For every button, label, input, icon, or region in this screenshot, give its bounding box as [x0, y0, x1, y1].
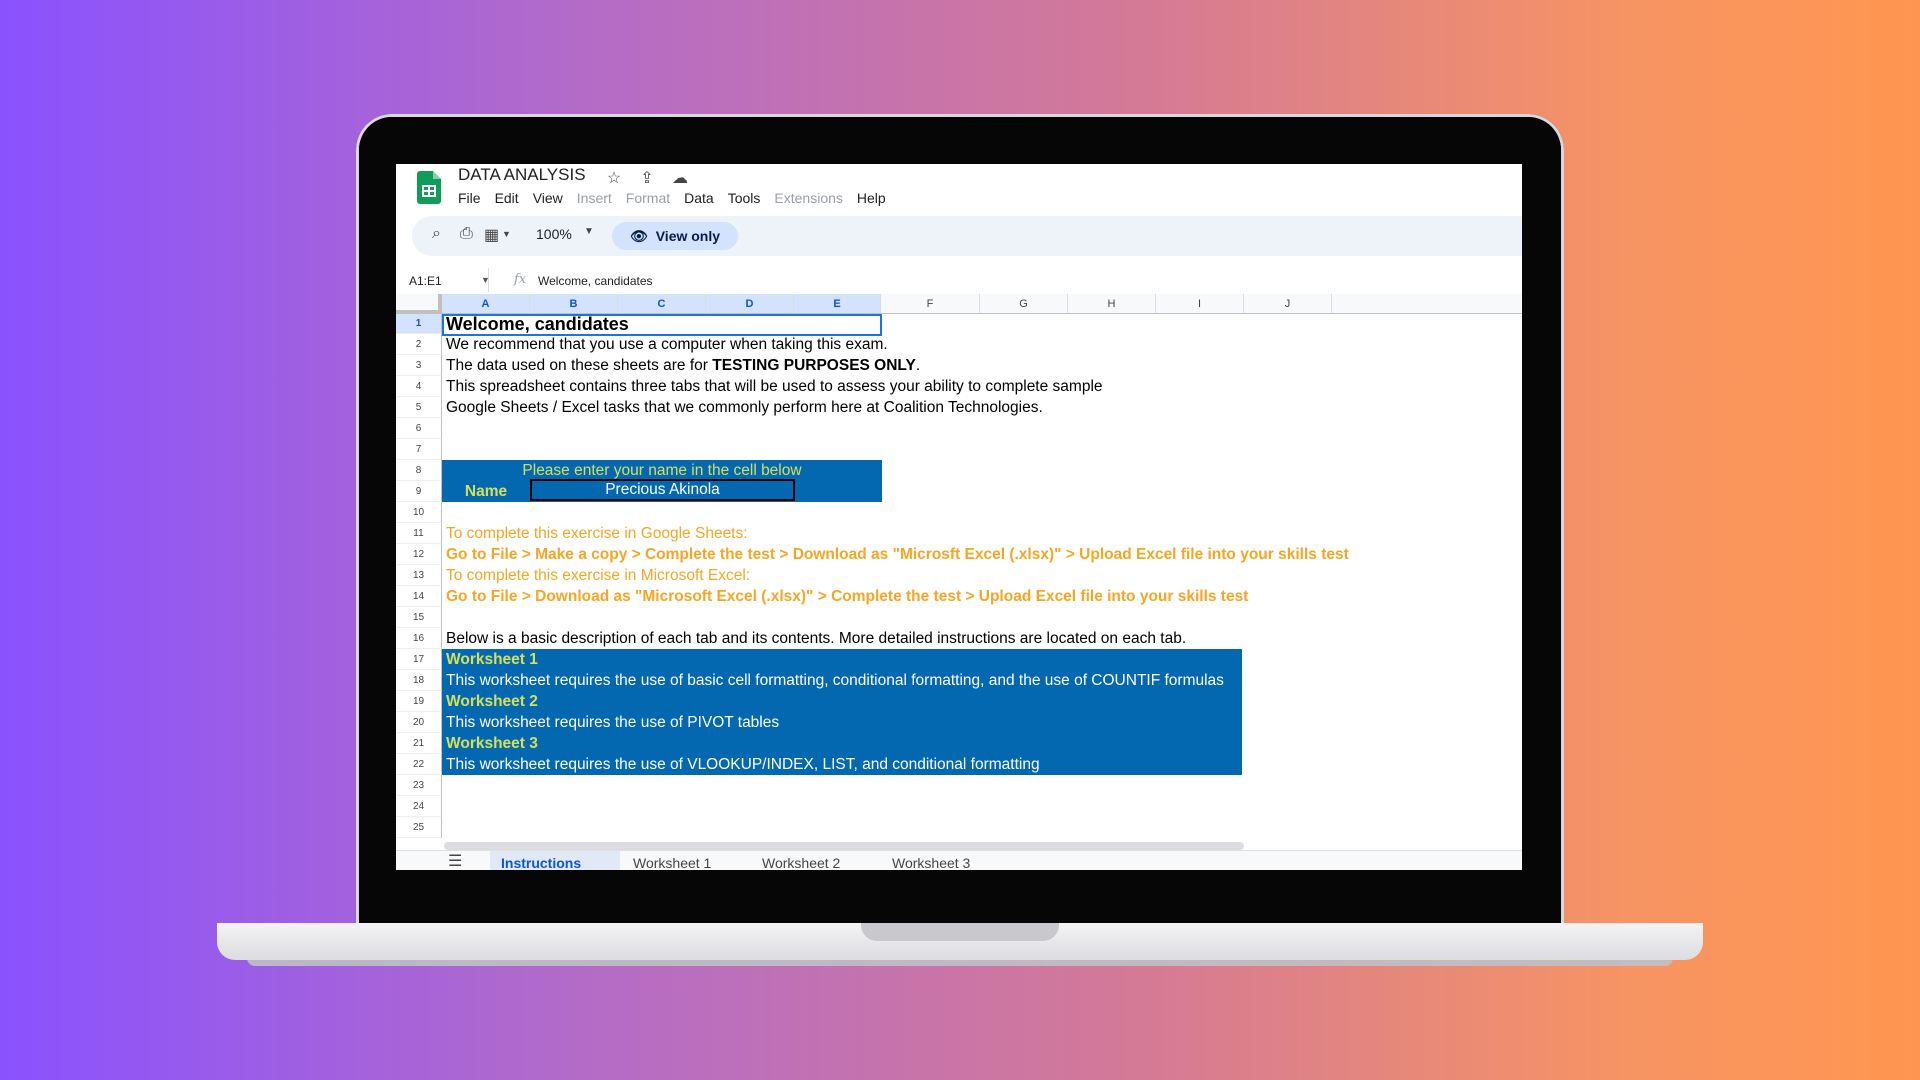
print-icon[interactable]: ⎙	[460, 225, 473, 243]
menu-data[interactable]: Data	[684, 190, 714, 206]
menu-extensions[interactable]: Extensions	[774, 190, 842, 206]
cell-a20[interactable]: This worksheet requires the use of PIVOT…	[446, 712, 779, 733]
paint-format-icon[interactable]: ▦	[484, 225, 499, 245]
cell-a14[interactable]: Go to File > Download as "Microsoft Exce…	[446, 586, 1248, 607]
tab-instructions[interactable]: Instructions	[501, 855, 581, 870]
cell-a3-text: The data used on these sheets are for	[446, 357, 713, 374]
cell-a3-suffix: .	[915, 357, 921, 374]
menu-format[interactable]: Format	[626, 190, 670, 206]
row-header-16[interactable]: 16	[396, 628, 442, 649]
cell-a11[interactable]: To complete this exercise in Google Shee…	[446, 523, 748, 544]
column-header-b[interactable]: B	[530, 294, 618, 314]
cell-a1[interactable]: Welcome, candidates	[446, 314, 629, 335]
column-header-e[interactable]: E	[794, 294, 881, 314]
sheet-tab-bar: ☰ Instructions Worksheet 1 Worksheet 2 W…	[396, 850, 1522, 870]
row-header-3[interactable]: 3	[396, 355, 442, 376]
row-header-6[interactable]: 6	[396, 418, 442, 439]
cell-a2[interactable]: We recommend that you use a computer whe…	[446, 334, 888, 355]
cell-a22[interactable]: This worksheet requires the use of VLOOK…	[446, 754, 1040, 775]
move-to-drive-icon[interactable]: ⇪	[637, 168, 657, 188]
row-header-8[interactable]: 8	[396, 460, 442, 481]
row-header-20[interactable]: 20	[396, 712, 442, 733]
row-header-22[interactable]: 22	[396, 754, 442, 775]
toolbar: ⌕ ⎙ ▦ ▼ 100% ▼ 👁 View only	[412, 216, 1522, 256]
cell-a4[interactable]: This spreadsheet contains three tabs tha…	[446, 376, 1103, 397]
cell-a8-prompt[interactable]: Please enter your name in the cell below	[442, 460, 882, 481]
column-header-c[interactable]: C	[618, 294, 706, 314]
cell-a13[interactable]: To complete this exercise in Microsoft E…	[446, 565, 750, 586]
column-header-a[interactable]: A	[442, 294, 530, 314]
cell-a19[interactable]: Worksheet 2	[446, 691, 538, 712]
row-header-13[interactable]: 13	[396, 565, 442, 586]
cell-a16[interactable]: Below is a basic description of each tab…	[446, 628, 1186, 649]
row-header-9[interactable]: 9	[396, 481, 442, 502]
column-header-g[interactable]: G	[980, 294, 1068, 314]
zoom-chevron-down-icon[interactable]: ▼	[584, 226, 594, 237]
spreadsheet-window: DATA ANALYSIS ☆ ⇪ ☁ File Edit View Inser…	[396, 164, 1522, 870]
column-header-empty	[1332, 294, 1522, 314]
menu-view[interactable]: View	[533, 190, 563, 206]
tab-worksheet-2[interactable]: Worksheet 2	[762, 855, 840, 870]
tab-worksheet-3[interactable]: Worksheet 3	[892, 855, 970, 870]
row-header-15[interactable]: 15	[396, 607, 442, 628]
view-only-label: View only	[655, 228, 721, 244]
row-header-10[interactable]: 10	[396, 502, 442, 523]
cell-a21[interactable]: Worksheet 3	[446, 733, 538, 754]
row-header-14[interactable]: 14	[396, 586, 442, 607]
eye-icon: 👁	[629, 227, 648, 244]
name-box[interactable]: A1:E1	[409, 274, 442, 288]
menu-file[interactable]: File	[458, 190, 481, 206]
cell-a17[interactable]: Worksheet 1	[446, 649, 538, 670]
column-header-j[interactable]: J	[1244, 294, 1332, 314]
row-header-2[interactable]: 2	[396, 334, 442, 355]
cell-a9-label[interactable]: Name	[442, 481, 530, 502]
row-header-5[interactable]: 5	[396, 397, 442, 418]
row-header-19[interactable]: 19	[396, 691, 442, 712]
cell-a5[interactable]: Google Sheets / Excel tasks that we comm…	[446, 397, 1043, 418]
chevron-down-icon[interactable]: ▼	[502, 229, 511, 239]
spreadsheet-grid[interactable]: A B C D E F G H I J 1 2 3 4 5 6 7 8 9 10…	[396, 294, 1522, 849]
view-only-button[interactable]: 👁 View only	[612, 222, 738, 250]
row-header-23[interactable]: 23	[396, 775, 442, 796]
laptop-notch	[861, 923, 1059, 941]
menu-help[interactable]: Help	[857, 190, 886, 206]
formula-input[interactable]: Welcome, candidates	[538, 274, 653, 288]
row-header-4[interactable]: 4	[396, 376, 442, 397]
tab-worksheet-1[interactable]: Worksheet 1	[633, 855, 711, 870]
column-header-f[interactable]: F	[881, 294, 980, 314]
fx-icon: fx	[514, 272, 527, 287]
menu-bar: File Edit View Insert Format Data Tools …	[458, 190, 900, 206]
column-header-d[interactable]: D	[706, 294, 794, 314]
zoom-select[interactable]: 100%	[536, 226, 572, 242]
menu-edit[interactable]: Edit	[495, 190, 519, 206]
row-header-1[interactable]: 1	[396, 314, 442, 334]
row-header-17[interactable]: 17	[396, 649, 442, 670]
column-header-i[interactable]: I	[1156, 294, 1244, 314]
menu-tools[interactable]: Tools	[728, 190, 761, 206]
row-header-24[interactable]: 24	[396, 796, 442, 817]
column-header-h[interactable]: H	[1068, 294, 1156, 314]
cell-a3[interactable]: The data used on these sheets are for TE…	[446, 355, 920, 376]
cell-a3-bold: TESTING PURPOSES ONLY	[712, 357, 916, 374]
all-sheets-menu-icon[interactable]: ☰	[448, 851, 462, 870]
cell-a18[interactable]: This worksheet requires the use of basic…	[446, 670, 1224, 691]
google-sheets-logo-icon[interactable]	[417, 171, 441, 204]
row-header-18[interactable]: 18	[396, 670, 442, 691]
cell-a12[interactable]: Go to File > Make a copy > Complete the …	[446, 544, 1349, 565]
name-input-cell[interactable]: Precious Akinola	[530, 479, 795, 501]
menu-insert[interactable]: Insert	[577, 190, 612, 206]
row-header-12[interactable]: 12	[396, 544, 442, 565]
row-header-7[interactable]: 7	[396, 439, 442, 460]
document-title[interactable]: DATA ANALYSIS	[458, 165, 586, 185]
select-all-corner[interactable]	[396, 294, 442, 314]
row-header-25[interactable]: 25	[396, 817, 442, 838]
search-icon[interactable]: ⌕	[432, 225, 441, 243]
formula-divider	[488, 268, 489, 292]
horizontal-scrollbar[interactable]	[444, 842, 1244, 850]
cloud-status-icon[interactable]: ☁	[670, 168, 690, 188]
row-header-21[interactable]: 21	[396, 733, 442, 754]
star-icon[interactable]: ☆	[604, 168, 624, 188]
row-header-11[interactable]: 11	[396, 523, 442, 544]
